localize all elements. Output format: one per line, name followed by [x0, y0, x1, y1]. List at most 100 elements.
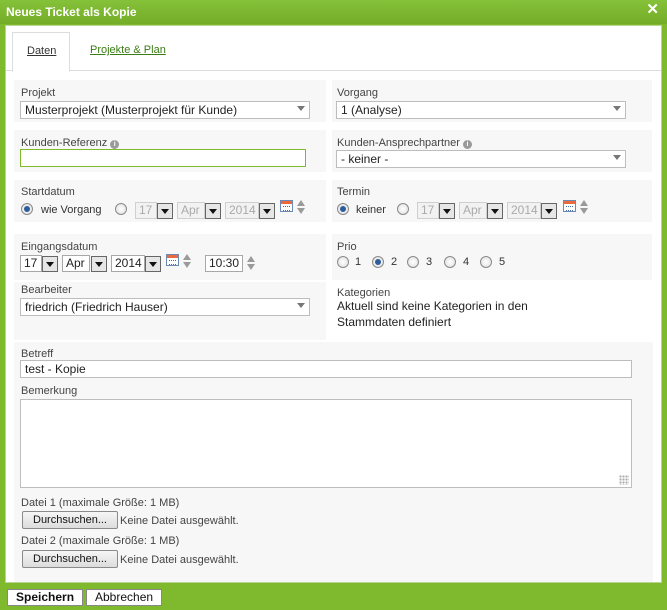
- section-prio: Prio 1 2 3 4 5: [332, 234, 652, 280]
- section-vorgang: Vorgang 1 (Analyse): [332, 80, 652, 122]
- datei1-status: Keine Datei ausgewählt.: [120, 515, 239, 527]
- chevron-down-icon: [297, 303, 305, 308]
- chevron-down-icon: [613, 155, 621, 160]
- kunden-ansprechpartner-label-text: Kunden-Ansprechpartner: [337, 137, 460, 149]
- termin-label: Termin: [337, 186, 371, 198]
- kunden-referenz-label-text: Kunden-Referenz: [21, 137, 108, 149]
- dialog-body: Daten Projekte & Plan Projekt Musterproj…: [5, 25, 662, 583]
- kunden-ansprechpartner-select[interactable]: - keiner -: [336, 150, 626, 168]
- bearbeiter-value: friedrich (Friedrich Hauser): [25, 300, 168, 314]
- save-button[interactable]: Speichern: [7, 589, 84, 606]
- prio-option-2: 2: [391, 256, 398, 268]
- section-projekt: Projekt Musterprojekt (Musterprojekt für…: [14, 80, 326, 122]
- calendar-icon[interactable]: [280, 200, 293, 212]
- bemerkung-textarea[interactable]: [20, 399, 632, 488]
- datei2-browse-button[interactable]: Durchsuchen...: [22, 550, 118, 568]
- kunden-referenz-input[interactable]: [20, 149, 306, 167]
- tab-daten[interactable]: Daten: [12, 32, 70, 72]
- prio-radio-4[interactable]: [444, 256, 456, 268]
- eingangsdatum-label: Eingangsdatum: [21, 241, 98, 253]
- termin-year[interactable]: 2014: [507, 202, 541, 219]
- kunden-ansprechpartner-value: - keiner -: [341, 152, 389, 166]
- section-startdatum: Startdatum wie Vorgang 17 Apr 2014: [14, 180, 326, 222]
- startdatum-month[interactable]: Apr: [177, 202, 205, 219]
- section-termin: Termin keiner 17 Apr 2014: [332, 180, 652, 222]
- termin-keiner-label: keiner: [356, 204, 386, 216]
- spinner-icon[interactable]: [183, 253, 191, 269]
- startdatum-day-dropdown[interactable]: [157, 203, 173, 219]
- close-icon[interactable]: ✕: [646, 2, 659, 17]
- vorgang-label: Vorgang: [337, 87, 378, 99]
- kategorien-text-line1: Aktuell sind keine Kategorien in den: [337, 299, 528, 313]
- projekt-select[interactable]: Musterprojekt (Musterprojekt für Kunde): [20, 101, 310, 119]
- termin-month-dropdown[interactable]: [487, 203, 503, 219]
- betreff-input[interactable]: test - Kopie: [20, 360, 632, 378]
- section-bearbeiter: Bearbeiter friedrich (Friedrich Hauser): [14, 282, 326, 340]
- kunden-referenz-label: Kunden-Referenz i: [21, 137, 120, 149]
- prio-option-5: 5: [499, 256, 506, 268]
- bearbeiter-select[interactable]: friedrich (Friedrich Hauser): [20, 298, 310, 316]
- vorgang-select[interactable]: 1 (Analyse): [336, 101, 626, 119]
- startdatum-month-dropdown[interactable]: [205, 203, 221, 219]
- spinner-icon[interactable]: [580, 199, 588, 215]
- eingangsdatum-month[interactable]: Apr: [62, 255, 90, 272]
- projekt-label: Projekt: [21, 87, 56, 99]
- prio-radio-2[interactable]: [372, 256, 384, 268]
- eingangsdatum-day-dropdown[interactable]: [42, 256, 58, 272]
- eingangsdatum-day[interactable]: 17: [20, 255, 42, 272]
- datei2-label: Datei 2 (maximale Größe: 1 MB): [21, 535, 180, 547]
- prio-option-3: 3: [426, 256, 433, 268]
- startdatum-wie-vorgang-label: wie Vorgang: [41, 204, 102, 216]
- termin-month[interactable]: Apr: [459, 202, 487, 219]
- termin-day[interactable]: 17: [417, 202, 439, 219]
- calendar-icon[interactable]: [166, 254, 179, 266]
- startdatum-year[interactable]: 2014: [225, 202, 259, 219]
- prio-label: Prio: [337, 241, 357, 253]
- eingangsdatum-month-dropdown[interactable]: [91, 256, 107, 272]
- window-title: Neues Ticket als Kopie: [6, 5, 137, 19]
- resize-grip-icon[interactable]: [619, 475, 629, 485]
- kunden-ansprechpartner-label: Kunden-Ansprechpartner i: [337, 137, 472, 149]
- prio-radio-5[interactable]: [480, 256, 492, 268]
- datei1-browse-button[interactable]: Durchsuchen...: [22, 511, 118, 529]
- prio-option-4: 4: [463, 256, 470, 268]
- startdatum-radio-wie-vorgang[interactable]: [21, 203, 33, 215]
- section-kunden-ansprechpartner: Kunden-Ansprechpartner i - keiner -: [332, 130, 652, 172]
- startdatum-label: Startdatum: [21, 186, 75, 198]
- kategorien-text-line2: Stammdaten definiert: [337, 315, 452, 329]
- section-kunden-referenz: Kunden-Referenz i: [14, 130, 326, 172]
- vorgang-value: 1 (Analyse): [341, 103, 402, 117]
- chevron-down-icon: [297, 106, 305, 111]
- cancel-button[interactable]: Abbrechen: [86, 589, 163, 606]
- info-icon: i: [110, 140, 120, 149]
- termin-year-dropdown[interactable]: [541, 203, 557, 219]
- tab-bar: Daten Projekte & Plan: [6, 26, 661, 72]
- section-kategorien: Kategorien Aktuell sind keine Kategorien…: [332, 282, 652, 340]
- section-eingangsdatum: Eingangsdatum 17 Apr 2014 10:30: [14, 234, 326, 280]
- time-spinner-icon[interactable]: [247, 255, 255, 271]
- info-icon: i: [462, 140, 472, 149]
- datei2-status: Keine Datei ausgewählt.: [120, 554, 239, 566]
- betreff-label: Betreff: [21, 348, 54, 360]
- kategorien-label: Kategorien: [337, 287, 391, 299]
- termin-day-dropdown[interactable]: [439, 203, 455, 219]
- startdatum-year-dropdown[interactable]: [259, 203, 275, 219]
- chevron-down-icon: [613, 106, 621, 111]
- termin-radio-date[interactable]: [397, 203, 409, 215]
- spinner-icon[interactable]: [297, 199, 305, 215]
- prio-radio-3[interactable]: [407, 256, 419, 268]
- datei1-label: Datei 1 (maximale Größe: 1 MB): [21, 497, 180, 509]
- startdatum-radio-date[interactable]: [115, 203, 127, 215]
- eingangsdatum-year[interactable]: 2014: [111, 255, 145, 272]
- section-details: Betreff test - Kopie Bemerkung Datei 1 (…: [14, 342, 653, 582]
- projekt-value: Musterprojekt (Musterprojekt für Kunde): [25, 103, 238, 117]
- bemerkung-label: Bemerkung: [21, 385, 78, 397]
- prio-radio-1[interactable]: [337, 256, 349, 268]
- startdatum-day[interactable]: 17: [135, 202, 157, 219]
- termin-radio-keiner[interactable]: [337, 203, 349, 215]
- eingangsdatum-time[interactable]: 10:30: [205, 255, 243, 272]
- window-titlebar: Neues Ticket als Kopie ✕: [0, 0, 667, 24]
- eingangsdatum-year-dropdown[interactable]: [145, 256, 161, 272]
- calendar-icon[interactable]: [563, 200, 576, 212]
- tab-projekte-plan[interactable]: Projekte & Plan: [76, 32, 180, 72]
